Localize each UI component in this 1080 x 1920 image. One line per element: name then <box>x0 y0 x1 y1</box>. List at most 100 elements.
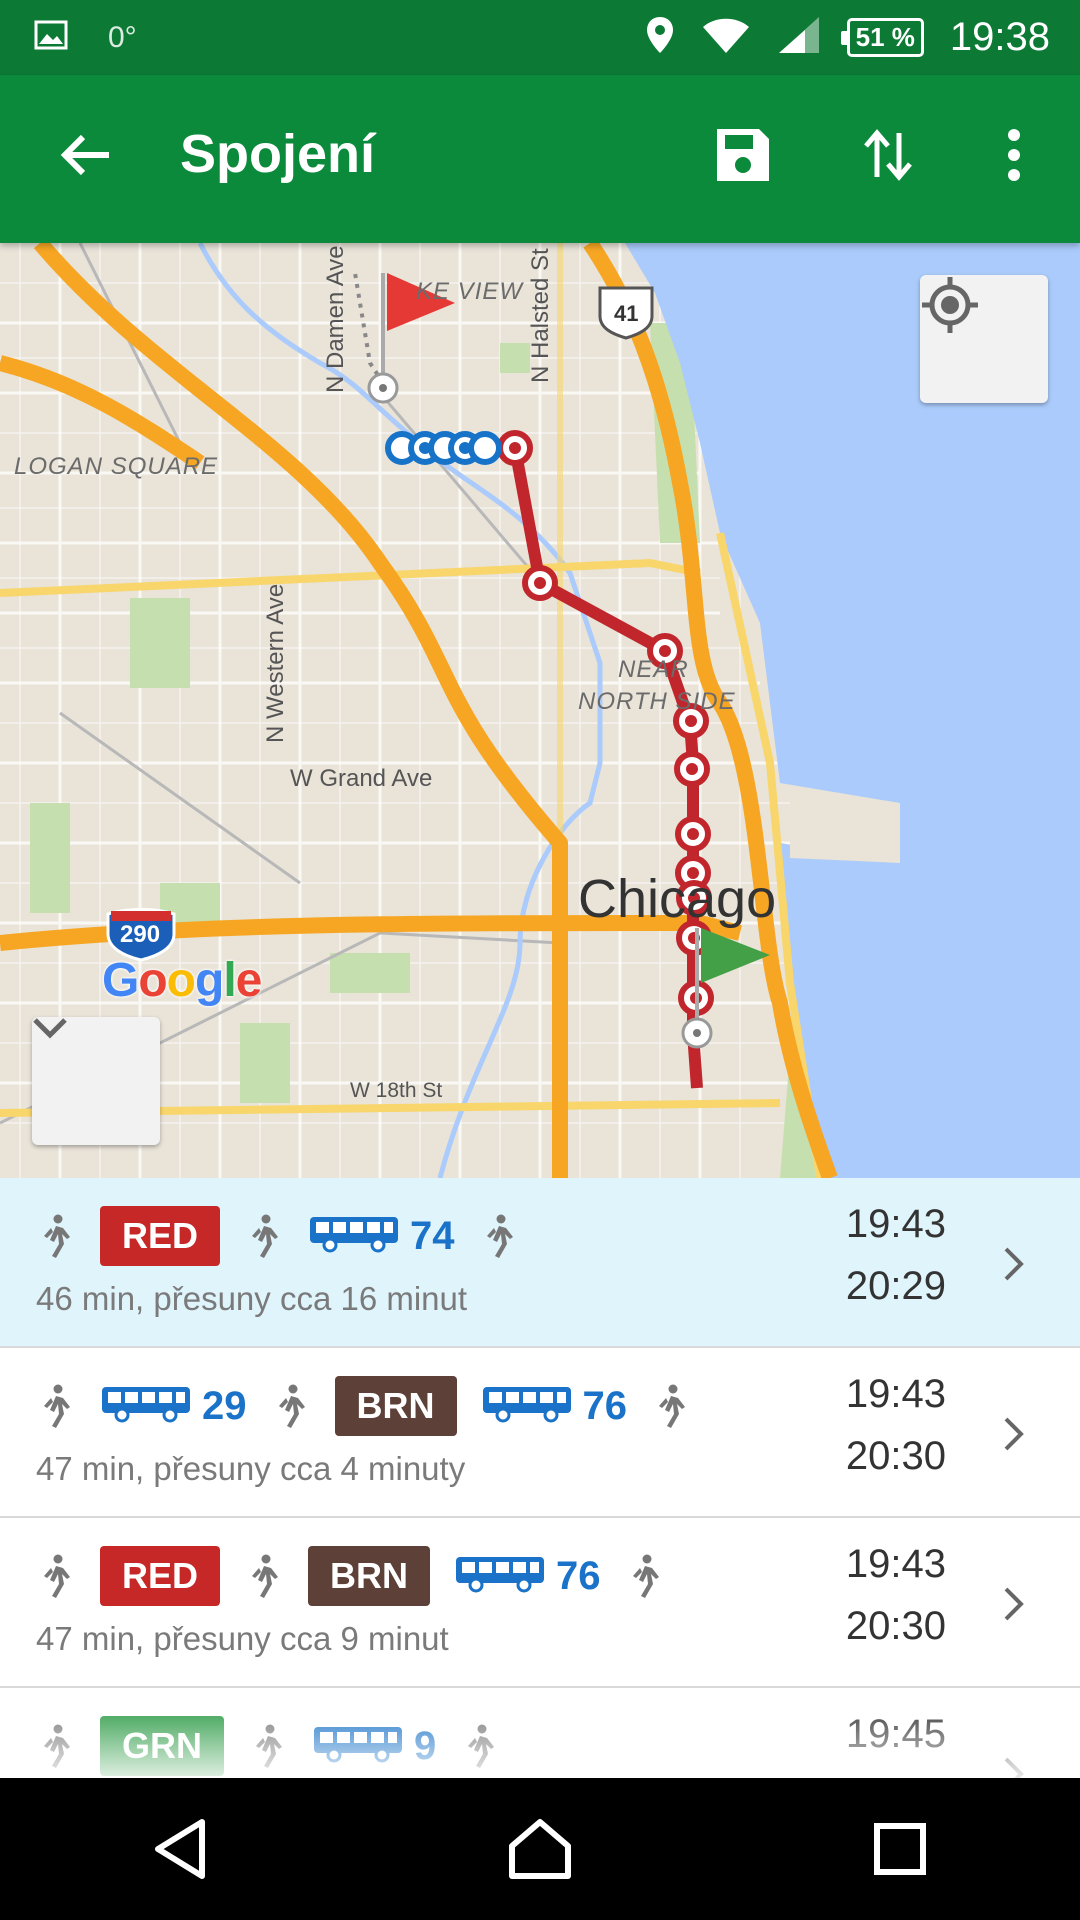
map-label-halsted: N Halsted St <box>527 248 554 383</box>
connections-list[interactable]: RED 74 46 min, přesuny cca 16 minut 19:43 20… <box>0 1178 1080 1778</box>
back-arrow-icon <box>60 134 109 176</box>
departure-time: 19:43 <box>845 1542 946 1586</box>
walk-icon <box>36 1212 76 1260</box>
bus-segment: 76 <box>454 1554 601 1599</box>
connection-description: 47 min, přesuny cca 9 minut <box>36 1620 449 1657</box>
connection-segments: 29 BRN 76 <box>36 1374 691 1438</box>
map-canvas <box>0 243 1080 1178</box>
wifi-icon <box>701 15 751 60</box>
walk-icon <box>271 1382 311 1430</box>
battery-icon: 51 % <box>840 18 924 57</box>
bus-icon <box>481 1385 573 1428</box>
bus-icon <box>308 1215 400 1258</box>
swap-icon <box>864 129 912 181</box>
bus-icon <box>100 1385 192 1428</box>
connection-segments: RED 74 <box>36 1204 519 1268</box>
my-location-button[interactable] <box>920 275 1048 403</box>
map-view[interactable]: KE VIEW N Damen Ave N Halsted St LOGAN S… <box>0 243 1080 1178</box>
line-badge: BRN <box>334 1376 457 1436</box>
end-flag <box>681 928 770 1049</box>
page-title: Spojení <box>180 124 376 184</box>
recents-icon <box>874 1823 926 1875</box>
bus-number: 74 <box>410 1213 455 1258</box>
signal-icon <box>777 15 821 60</box>
map-label-north-side: NORTH SIDE <box>578 688 736 715</box>
nav-back-button[interactable] <box>120 1789 240 1909</box>
connection-row[interactable]: RED BRN 76 47 min, přesuny cca 9 minut 19:43… <box>0 1518 1080 1688</box>
walk-icon <box>36 1382 76 1430</box>
chevron-right-icon <box>994 1410 1034 1458</box>
map-label-western: N Western Ave <box>262 583 289 743</box>
connection-description: 46 min, přesuny cca 16 minut <box>36 1280 468 1317</box>
bus-icon <box>312 1725 404 1768</box>
connection-segments: GRN 9 <box>36 1714 500 1778</box>
bus-segment: 76 <box>481 1383 628 1429</box>
bus-segment: 9 <box>312 1724 436 1769</box>
map-label-shield-41: 41 <box>614 301 639 326</box>
expand-map-button[interactable] <box>32 1017 160 1145</box>
arrival-time: 20:29 <box>845 1264 946 1308</box>
map-label-chicago: Chicago <box>578 869 777 929</box>
walk-icon <box>651 1382 691 1430</box>
connection-row[interactable]: GRN 9 19:45 <box>0 1688 1080 1778</box>
nav-home-button[interactable] <box>480 1789 600 1909</box>
walk-icon <box>244 1552 284 1600</box>
map-label-lake-view: KE VIEW <box>416 278 524 305</box>
arrival-time: 20:30 <box>845 1604 946 1648</box>
departure-time: 19:43 <box>845 1372 946 1416</box>
home-icon <box>509 1819 571 1879</box>
save-icon <box>717 129 769 181</box>
overflow-menu-icon <box>1008 129 1020 181</box>
map-label-shield-290: 290 <box>120 921 161 948</box>
line-badge: RED <box>100 1206 221 1266</box>
line-badge: GRN <box>100 1716 224 1776</box>
chevron-right-icon <box>994 1750 1034 1778</box>
connection-segments: RED BRN 76 <box>36 1544 665 1608</box>
walk-icon <box>36 1722 76 1770</box>
bus-number: 29 <box>202 1383 247 1428</box>
connection-row[interactable]: RED 74 46 min, přesuny cca 16 minut 19:43 20… <box>0 1178 1080 1348</box>
app-bar: Spojení <box>0 75 1080 243</box>
walk-icon <box>248 1722 288 1770</box>
bus-segment: 74 <box>308 1214 455 1259</box>
system-nav-bar <box>0 1778 1080 1920</box>
walk-icon <box>244 1212 284 1260</box>
map-label-damen: N Damen Ave <box>322 245 349 393</box>
my-location-icon <box>922 277 978 333</box>
walk-icon <box>460 1722 500 1770</box>
location-pin-icon <box>645 15 675 60</box>
departure-time: 19:43 <box>845 1202 946 1246</box>
temperature-text: 0° <box>108 20 137 54</box>
bus-number: 76 <box>556 1553 601 1598</box>
map-label-grand: W Grand Ave <box>290 765 433 792</box>
bus-number: 9 <box>414 1723 437 1768</box>
bus-segment: 29 <box>100 1384 247 1429</box>
clock: 19:38 <box>949 15 1050 59</box>
walk-icon <box>36 1552 76 1600</box>
overflow-menu-button[interactable] <box>974 115 1054 195</box>
save-button[interactable] <box>703 115 783 195</box>
chevron-right-icon <box>994 1580 1034 1628</box>
connection-description: 47 min, přesuny cca 4 minuty <box>36 1450 466 1487</box>
image-icon <box>34 20 68 55</box>
back-button[interactable] <box>50 117 120 193</box>
back-triangle-icon <box>155 1819 205 1879</box>
swap-button[interactable] <box>848 115 928 195</box>
bus-icon <box>454 1555 546 1598</box>
map-label-18th: W 18th St <box>350 1079 443 1102</box>
line-badge: RED <box>100 1546 221 1606</box>
nav-recents-button[interactable] <box>840 1789 960 1909</box>
map-label-logan-square: LOGAN SQUARE <box>14 453 219 480</box>
connection-row[interactable]: 29 BRN 76 47 min, přesuny cca 4 minuty 19:43… <box>0 1348 1080 1518</box>
status-bar: 0° 51 % 19:38 <box>0 0 1080 75</box>
chevron-down-icon <box>33 1018 67 1039</box>
walk-icon <box>625 1552 665 1600</box>
line-badge: BRN <box>308 1546 431 1606</box>
departure-time: 19:45 <box>845 1712 946 1756</box>
chevron-right-icon <box>994 1240 1034 1288</box>
bus-number: 76 <box>582 1383 628 1428</box>
google-logo: Google <box>102 954 262 1007</box>
arrival-time: 20:30 <box>845 1434 946 1478</box>
walk-icon <box>479 1212 519 1260</box>
app-screen: 0° 51 % 19:38 Spojení KE VIEW N Damen Av… <box>0 0 1080 1920</box>
